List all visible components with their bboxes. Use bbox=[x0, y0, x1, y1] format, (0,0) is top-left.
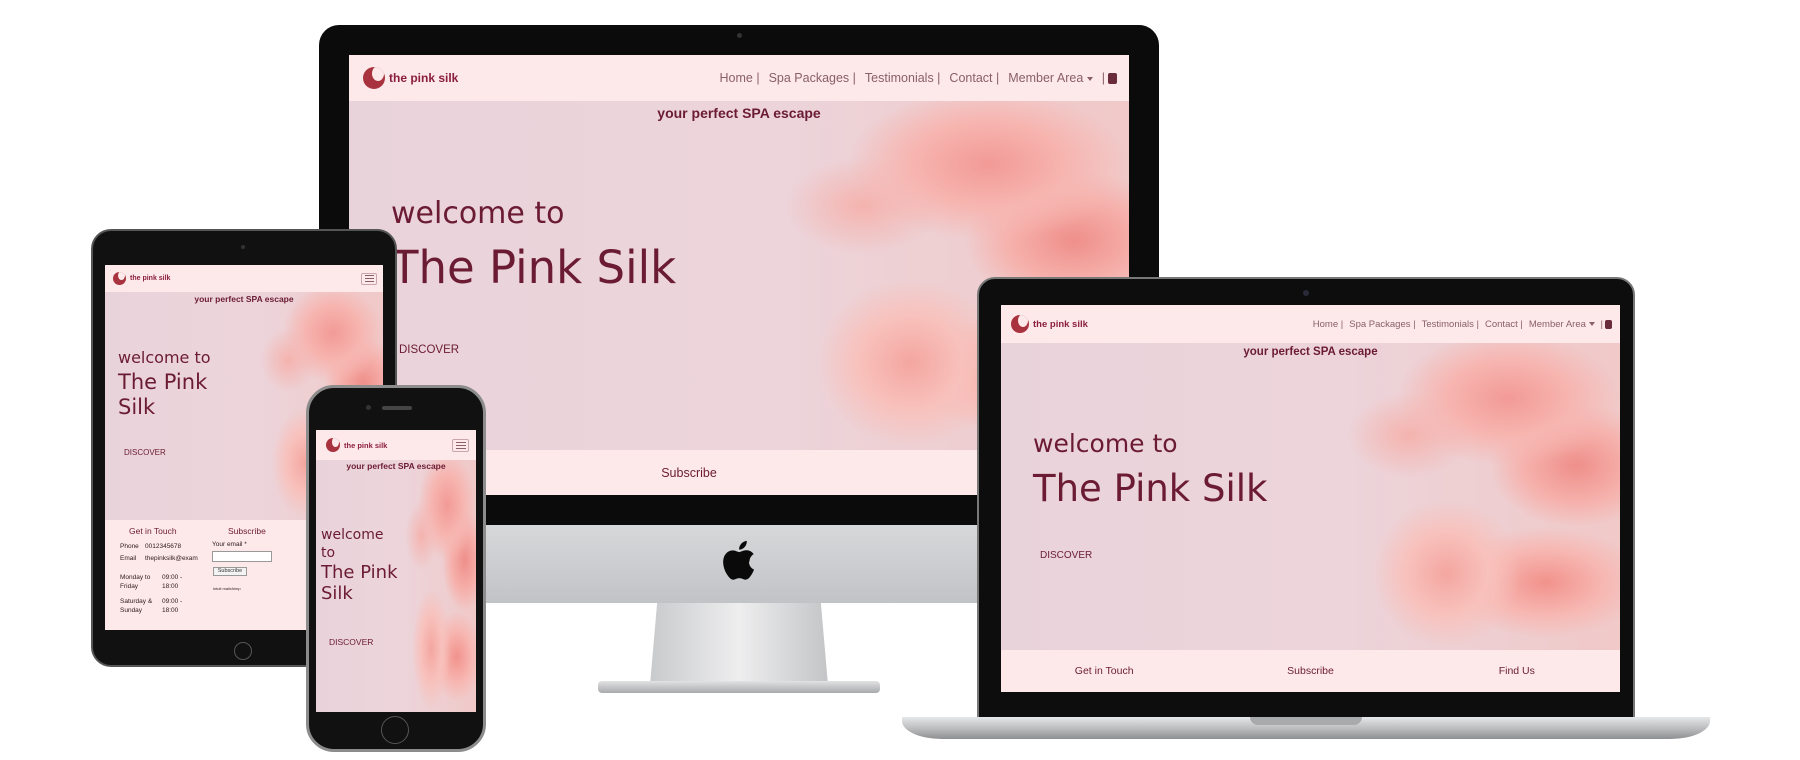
logo-text: the pink silk bbox=[344, 440, 388, 450]
apple-logo-icon bbox=[723, 540, 754, 580]
logo[interactable]: the pink silk bbox=[1011, 315, 1088, 333]
nav-separator: | bbox=[1101, 71, 1105, 85]
discover-button[interactable]: DISCOVER bbox=[329, 637, 373, 647]
footer-find-us[interactable]: Find Us bbox=[1414, 665, 1620, 677]
phone-home-button bbox=[381, 716, 409, 744]
navbar: the pink silk bbox=[316, 430, 476, 460]
contact-label-weekend: Saturday & Sunday bbox=[120, 598, 153, 614]
subscribe-button[interactable]: Subscribe bbox=[213, 567, 247, 576]
navbar: the pink silk bbox=[105, 265, 383, 292]
footer-get-in-touch: Get in Touch bbox=[129, 526, 177, 536]
footer-subscribe[interactable]: Subscribe bbox=[469, 466, 909, 480]
hero-welcome: welcome to bbox=[391, 196, 565, 231]
hero-brand-title-line2: Silk bbox=[321, 583, 353, 604]
imac-stand-foot bbox=[598, 681, 880, 693]
logo[interactable]: the pink silk bbox=[113, 272, 170, 285]
nav-links: Home | Spa Packages | Testimonials | Con… bbox=[1313, 319, 1612, 330]
nav-links: Home | Spa Packages | Testimonials | Con… bbox=[720, 71, 1117, 85]
contact-value-phone: 0012345678 bbox=[145, 543, 182, 550]
phone-camera bbox=[366, 405, 371, 410]
footer-get-in-touch[interactable]: Get in Touch bbox=[1001, 665, 1207, 677]
nav-link-home[interactable]: Home | bbox=[720, 71, 760, 85]
nav-link-spa-packages[interactable]: Spa Packages | bbox=[1349, 319, 1415, 330]
member-area-label: Member Area bbox=[1008, 71, 1084, 85]
navbar: the pink silk Home | Spa Packages | Test… bbox=[349, 55, 1129, 101]
shopping-bag-icon[interactable] bbox=[1605, 319, 1612, 329]
logo-text: the pink silk bbox=[389, 71, 459, 85]
contact-value-email: thepinksilk@exam bbox=[145, 555, 198, 562]
hero-brand-title: The Pink Silk bbox=[391, 241, 677, 294]
chevron-down-icon bbox=[1588, 321, 1595, 326]
member-area-label: Member Area bbox=[1528, 318, 1586, 330]
nav-link-contact[interactable]: Contact | bbox=[1485, 319, 1523, 330]
hero-section: your perfect SPA escape welcome to The P… bbox=[1001, 343, 1620, 650]
email-field[interactable] bbox=[212, 551, 272, 562]
hero-section: your perfect SPA escape welcome to The P… bbox=[316, 460, 476, 712]
tablet-camera bbox=[241, 245, 245, 249]
laptop-notch bbox=[1250, 717, 1362, 725]
hero-brand-title: The Pink Silk bbox=[1033, 467, 1268, 510]
nav-link-spa-packages[interactable]: Spa Packages | bbox=[769, 71, 856, 85]
logo-mark-icon bbox=[326, 438, 340, 452]
logo[interactable]: the pink silk bbox=[326, 438, 387, 452]
hero-brand-title-line2: Silk bbox=[118, 395, 156, 419]
phone-screen: the pink silk your perfect SPA escape we… bbox=[316, 430, 476, 712]
chevron-down-icon bbox=[1086, 76, 1093, 81]
navbar: the pink silk Home | Spa Packages | Test… bbox=[1001, 305, 1620, 343]
logo-mark-icon bbox=[113, 272, 126, 285]
hero-brand-title-line1: The Pink bbox=[321, 562, 398, 583]
nav-separator: | bbox=[1600, 318, 1603, 330]
contact-label-email: Email bbox=[120, 555, 137, 562]
tagline: your perfect SPA escape bbox=[1243, 346, 1378, 358]
discover-button[interactable]: DISCOVER bbox=[399, 344, 459, 356]
laptop-camera bbox=[1303, 290, 1309, 296]
laptop-screen: the pink silk Home | Spa Packages | Test… bbox=[1001, 305, 1620, 692]
email-label: Your email * bbox=[212, 541, 247, 548]
shopping-bag-icon[interactable] bbox=[1108, 72, 1117, 84]
hero-welcome-line1: welcome bbox=[321, 527, 384, 543]
contact-label-phone: Phone bbox=[120, 543, 139, 550]
nav-link-member-area[interactable]: Member Area bbox=[1529, 319, 1595, 330]
nav-link-testimonials[interactable]: Testimonials | bbox=[1422, 319, 1479, 330]
nav-link-contact[interactable]: Contact | bbox=[949, 71, 999, 85]
hero-brand-title-line1: The Pink bbox=[118, 370, 208, 394]
imac-camera bbox=[737, 33, 742, 38]
tagline: your perfect SPA escape bbox=[657, 105, 821, 121]
footer-subscribe[interactable]: Subscribe bbox=[1207, 665, 1413, 677]
imac-stand-neck bbox=[650, 603, 828, 685]
logo-text: the pink silk bbox=[1033, 318, 1088, 330]
mailchimp-badge: intuit mailchimp bbox=[213, 586, 241, 591]
contact-value-weekend: 09:00 - 18:00 bbox=[162, 598, 183, 614]
logo-mark-icon bbox=[1011, 315, 1029, 333]
footer-bar: Get in Touch Subscribe Find Us bbox=[1001, 650, 1620, 692]
hamburger-menu-icon[interactable] bbox=[361, 272, 377, 285]
discover-button[interactable]: DISCOVER bbox=[124, 448, 166, 457]
nav-link-member-area[interactable]: Member Area bbox=[1008, 71, 1093, 85]
nav-link-home[interactable]: Home | bbox=[1313, 319, 1343, 330]
tagline: your perfect SPA escape bbox=[346, 461, 446, 471]
logo[interactable]: the pink silk bbox=[363, 67, 458, 89]
tablet-home-button bbox=[234, 642, 252, 660]
logo-mark-icon bbox=[363, 67, 385, 89]
nav-link-testimonials[interactable]: Testimonials | bbox=[865, 71, 941, 85]
discover-button[interactable]: DISCOVER bbox=[1040, 550, 1092, 561]
hero-welcome: welcome to bbox=[1033, 429, 1178, 458]
phone-speaker bbox=[382, 406, 412, 410]
tagline: your perfect SPA escape bbox=[194, 294, 294, 304]
hamburger-menu-icon[interactable] bbox=[452, 438, 469, 452]
contact-value-weekday: 09:00 - 18:00 bbox=[162, 574, 183, 590]
hero-welcome: welcome to bbox=[118, 348, 211, 367]
contact-label-weekday: Monday to Friday bbox=[120, 574, 151, 590]
logo-text: the pink silk bbox=[130, 275, 171, 282]
footer-subscribe: Subscribe bbox=[228, 526, 266, 536]
hero-welcome-line2: to bbox=[321, 545, 336, 561]
